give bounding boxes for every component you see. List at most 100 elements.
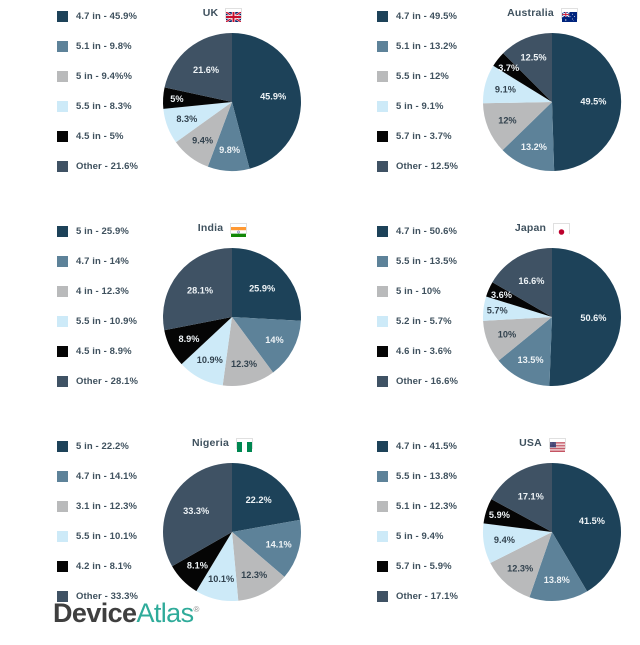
legend-color-swatch (377, 501, 388, 512)
legend-item-label: 5 in - 25.9% (76, 226, 129, 237)
legend-item-label: 5.5 in - 10.1% (76, 531, 137, 542)
pie-slice-label: 41.5% (579, 516, 605, 526)
pie-slice-label: 10.1% (208, 574, 234, 584)
legend-item-label: 5.5 in - 8.3% (76, 101, 132, 112)
chart-panel-uk: 4.7 in - 45.9% 5.1 in - 9.8% 5 in - 9.4%% 5… (0, 0, 320, 215)
legend-item-label: 4.7 in - 45.9% (76, 11, 137, 22)
chart-panel-australia: 4.7 in - 49.5%5.1 in - 13.2%5.5 in - 12%… (320, 0, 640, 215)
chart-title: India (198, 222, 224, 234)
logo-trademark: ® (194, 605, 199, 614)
legend-item-label: 5 in - 9.4% (396, 531, 444, 542)
flag-india-icon (230, 223, 247, 234)
flag-nigeria-icon (236, 438, 253, 449)
pie-slice-label: 17.1% (518, 491, 544, 501)
flag-usa-icon (549, 438, 566, 449)
chart-title: Australia (507, 7, 554, 19)
legend-color-swatch (377, 471, 388, 482)
chart-header: Nigeria (130, 435, 315, 451)
legend-item-label: 4 in - 12.3% (76, 286, 129, 297)
flag-uk-icon (225, 8, 242, 19)
legend-item-label: 3.1 in - 12.3% (76, 501, 137, 512)
legend-color-swatch (57, 161, 68, 172)
legend-color-swatch (377, 256, 388, 267)
legend-color-swatch (377, 531, 388, 542)
pie-slice-label: 12.3% (231, 359, 257, 369)
chart-header: India (130, 220, 315, 236)
pie-slice-label: 12% (498, 116, 516, 126)
legend-color-swatch (57, 471, 68, 482)
pie-slice-label: 13.5% (517, 355, 543, 365)
flag-japan-icon (553, 223, 570, 234)
legend-color-swatch (377, 161, 388, 172)
chart-panel-india: 5 in - 25.9% 4.7 in - 14% 4 in - 12.3% 5.5 … (0, 215, 320, 430)
pie-slice-label: 9.1% (495, 84, 516, 94)
pie-chart-grid: 4.7 in - 45.9% 5.1 in - 9.8% 5 in - 9.4%% 5… (0, 0, 640, 595)
legend-item-label: 5 in - 9.4%% (76, 71, 132, 82)
legend-color-swatch (377, 441, 388, 452)
pie-slice-label: 5.7% (487, 305, 508, 315)
legend-color-swatch (57, 131, 68, 142)
legend-color-swatch (377, 71, 388, 82)
legend-color-swatch (377, 561, 388, 572)
pie-slice-label: 16.6% (518, 276, 544, 286)
chart-header: Australia (450, 5, 635, 21)
legend-item-label: 5.5 in - 13.5% (396, 256, 457, 267)
chart-title: USA (519, 437, 542, 449)
legend-item-label: 4.5 in - 5% (76, 131, 124, 142)
pie-slice-label: 12.5% (520, 52, 546, 62)
flag-australia-icon (561, 8, 578, 19)
pie-slice-label: 22.2% (246, 495, 272, 505)
legend-item-label: 5.1 in - 9.8% (76, 41, 132, 52)
pie-slice-label: 12.3% (507, 563, 533, 573)
pie-slice-label: 9.4% (192, 135, 213, 145)
pie-slice-label: 9.4% (494, 535, 515, 545)
legend-item-label: 5.1 in - 12.3% (396, 501, 457, 512)
legend-item-label: 5 in - 9.1% (396, 101, 444, 112)
legend-item-label: 5 in - 10% (396, 286, 441, 297)
logo-text-atlas: Atlas (136, 598, 193, 628)
legend-item-label: Other - 28.1% (76, 376, 138, 387)
pie-chart: 22.2%14.1%12.3%10.1%8.1%33.3% (152, 452, 312, 612)
legend-color-swatch (57, 256, 68, 267)
legend-color-swatch (57, 316, 68, 327)
pie-chart: 45.9%9.8%9.4%8.3%5%21.6% (152, 22, 312, 182)
legend-color-swatch (57, 531, 68, 542)
pie-slice-label: 10.9% (197, 355, 223, 365)
pie-slice-label: 3.6% (491, 290, 512, 300)
chart-header: UK (130, 5, 315, 21)
legend-color-swatch (377, 11, 388, 22)
legend-item-label: 4.7 in - 49.5% (396, 11, 457, 22)
pie-slice-label: 50.6% (580, 313, 606, 323)
pie-slice-label: 3.7% (498, 63, 519, 73)
pie-slice-label: 5% (170, 94, 183, 104)
legend-color-swatch (57, 441, 68, 452)
legend-color-swatch (377, 286, 388, 297)
legend-color-swatch (377, 41, 388, 52)
legend-color-swatch (57, 11, 68, 22)
pie-slice-label: 13.8% (544, 575, 570, 585)
legend-item-label: 5.5 in - 13.8% (396, 471, 457, 482)
pie-slice-label: 5.9% (489, 510, 510, 520)
chart-header: USA (450, 435, 635, 451)
legend-item-label: Other - 21.6% (76, 161, 138, 172)
legend-item-label: 4.2 in - 8.1% (76, 561, 132, 572)
legend-item-label: 4.7 in - 41.5% (396, 441, 457, 452)
legend-item-label: 5.7 in - 5.9% (396, 561, 452, 572)
legend-item-label: 4.7 in - 14% (76, 256, 129, 267)
legend-color-swatch (377, 376, 388, 387)
legend-item-label: 5.2 in - 5.7% (396, 316, 452, 327)
pie-slice-label: 14.1% (266, 540, 292, 550)
legend-item-label: 4.7 in - 14.1% (76, 471, 137, 482)
legend-item-label: Other - 12.5% (396, 161, 458, 172)
chart-title: Nigeria (192, 437, 229, 449)
pie-slice-label: 8.9% (179, 334, 200, 344)
logo-text-device: Device (53, 598, 136, 628)
pie-slice-label: 33.3% (183, 506, 209, 516)
legend-item-label: 5.5 in - 12% (396, 71, 449, 82)
pie-chart: 41.5% 13.8% 12.3% 9.4% 5.9% 17.1% (472, 452, 632, 612)
pie-slice-label: 45.9% (260, 92, 286, 102)
pie-chart: 25.9%14%12.3%10.9%8.9%28.1% (152, 237, 312, 397)
legend-color-swatch (57, 501, 68, 512)
legend-item-label: 5.5 in - 10.9% (76, 316, 137, 327)
pie-slice-label: 25.9% (249, 284, 275, 294)
